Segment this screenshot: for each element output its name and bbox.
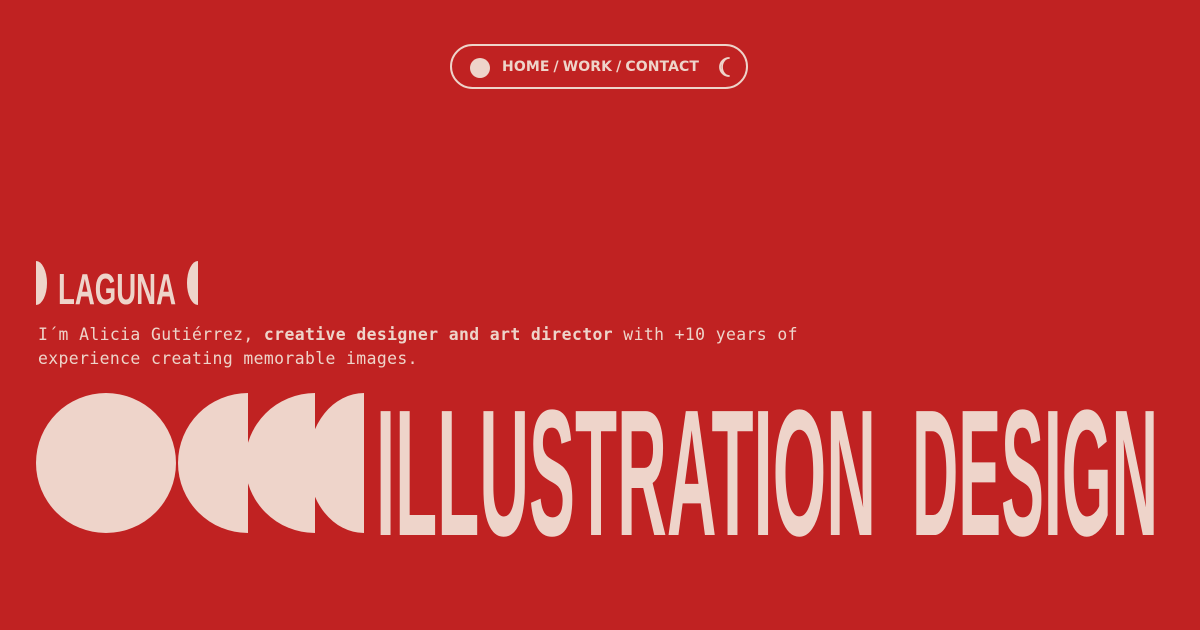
laguna-logo-mark: LAGUNA [36,261,198,314]
intro-text: I´m Alicia Gutiérrez, creative designer … [38,323,798,371]
top-nav: HOME / WORK / CONTACT [450,44,748,89]
nav-separator: / [616,58,622,75]
headline: ILLUSTRATION DESIGN [376,392,1162,537]
moon-phases-graphic [36,393,364,533]
nav-link-contact[interactable]: CONTACT [625,59,699,75]
nav-link-work[interactable]: WORK [563,59,612,75]
nav-links: HOME / WORK / CONTACT [502,46,699,87]
nav-link-home[interactable]: HOME [502,59,550,75]
laguna-logo[interactable]: LAGUNA LAGUNA [36,260,201,314]
logo-text: LAGUNA [200,260,201,261]
svg-text:LAGUNA: LAGUNA [58,265,176,306]
headline-word-illustration: ILLUSTRATION [376,392,876,537]
intro-part1: I´m Alicia Gutiérrez, [38,325,264,344]
circle-icon [470,58,490,78]
moon-icon[interactable] [716,56,736,78]
intro-bold: creative designer and art director [263,325,614,344]
nav-separator: / [553,58,559,75]
headline-word-design: DESIGN [912,392,1158,537]
